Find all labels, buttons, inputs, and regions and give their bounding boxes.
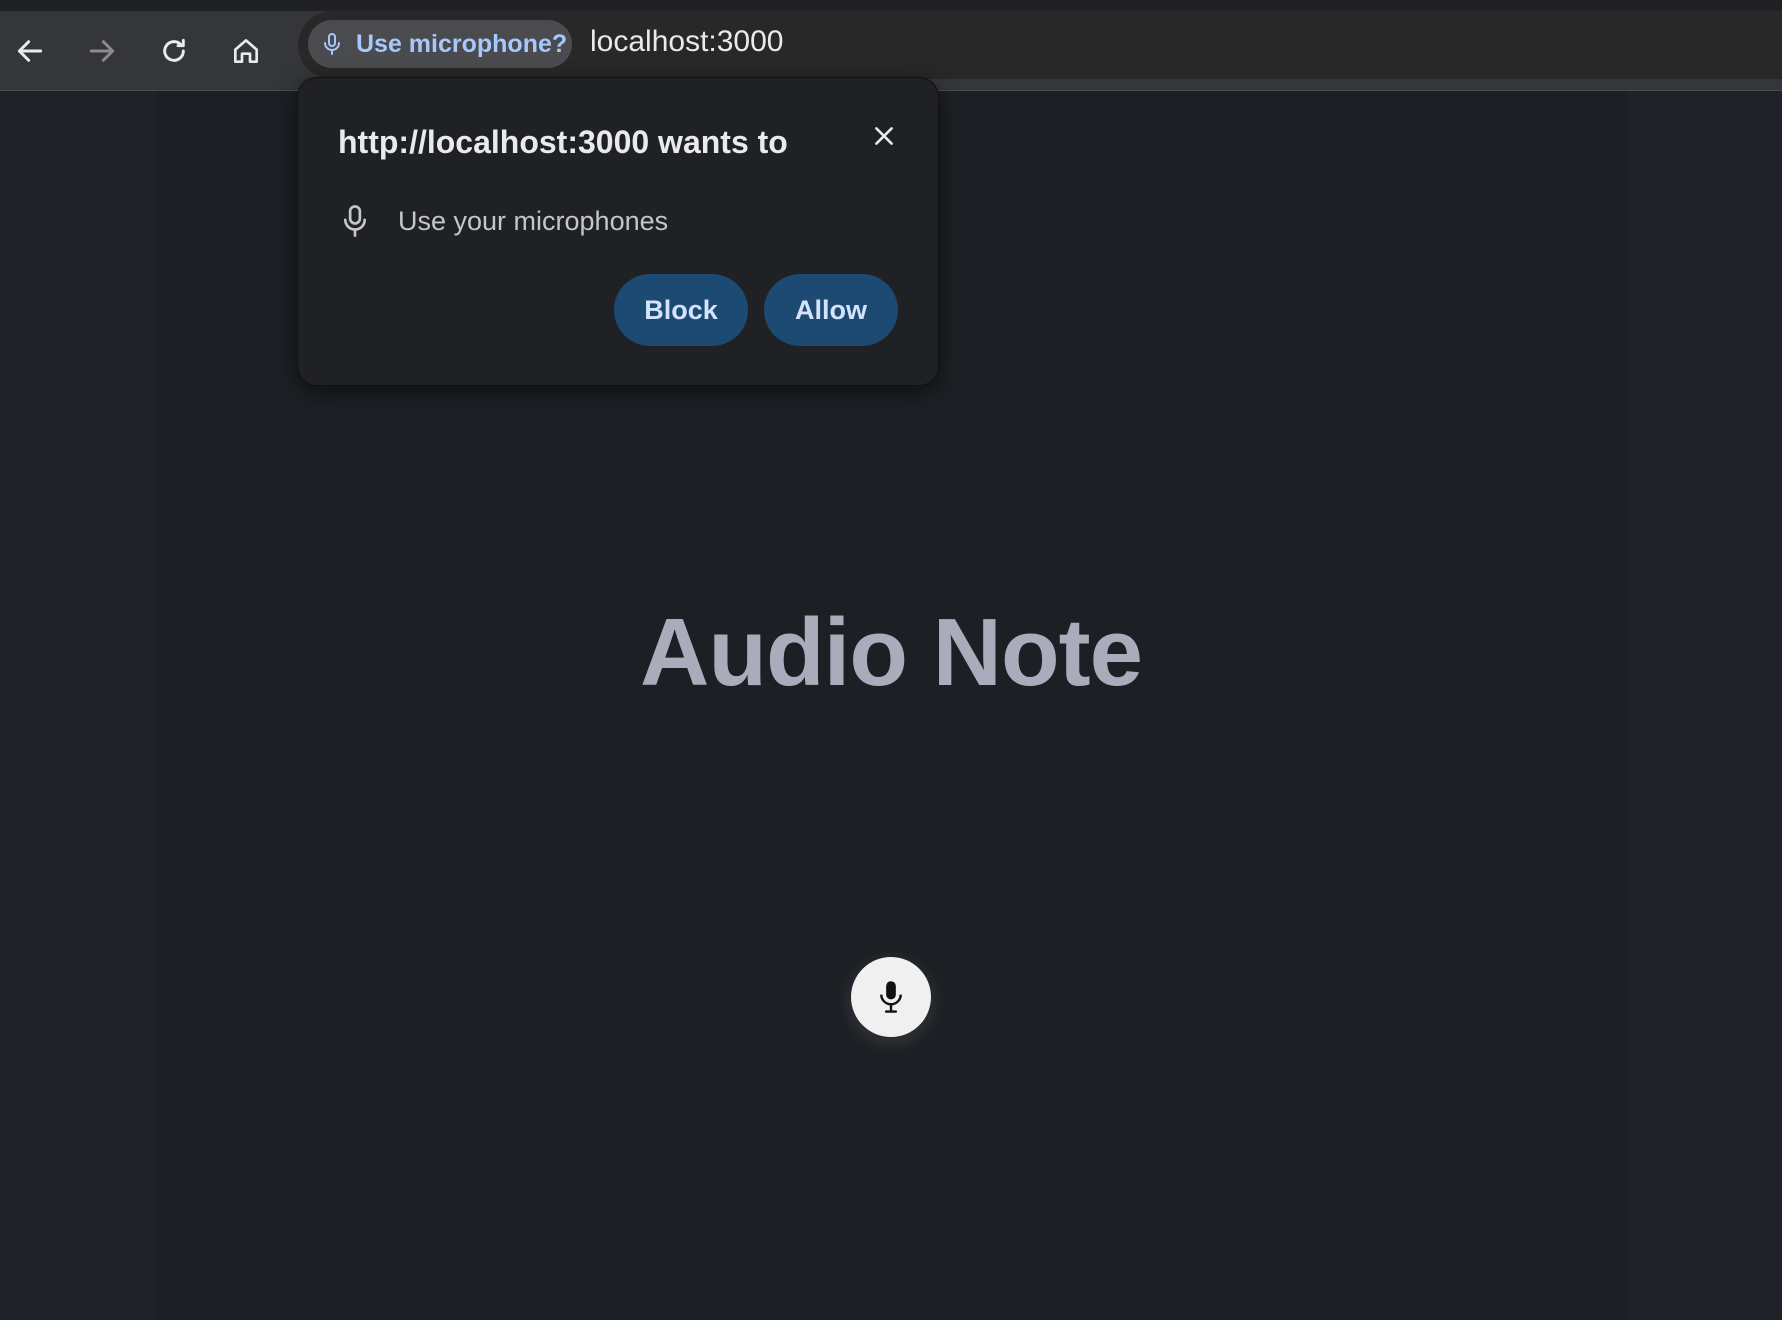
arrow-right-icon [89,40,115,62]
block-button[interactable]: Block [614,274,748,346]
reload-icon [163,38,185,62]
permission-dialog: http://localhost:3000 wants to Use your … [297,77,939,386]
url-text[interactable]: localhost:3000 [590,25,783,59]
page-title: Audio Note [640,599,1143,706]
microphone-icon [343,205,367,237]
allow-button[interactable]: Allow [764,274,898,346]
arrow-left-icon [17,40,43,62]
home-button[interactable] [224,29,268,73]
close-icon [875,127,893,145]
close-button[interactable] [866,118,902,154]
address-bar[interactable]: Use microphone? localhost:3000 [298,11,1782,79]
microphone-icon [324,33,340,55]
microphone-permission-chip[interactable]: Use microphone? [308,20,572,68]
back-button[interactable] [8,29,52,73]
permission-chip-label: Use microphone? [356,29,568,58]
reload-button[interactable] [152,29,196,73]
microphone-icon [880,981,902,1013]
forward-button[interactable] [80,29,124,73]
record-button[interactable] [851,957,931,1037]
home-icon [234,39,258,63]
permission-dialog-title: http://localhost:3000 wants to [338,124,788,160]
permission-label: Use your microphones [398,205,669,236]
permission-request-row: Use your microphones [342,204,668,238]
